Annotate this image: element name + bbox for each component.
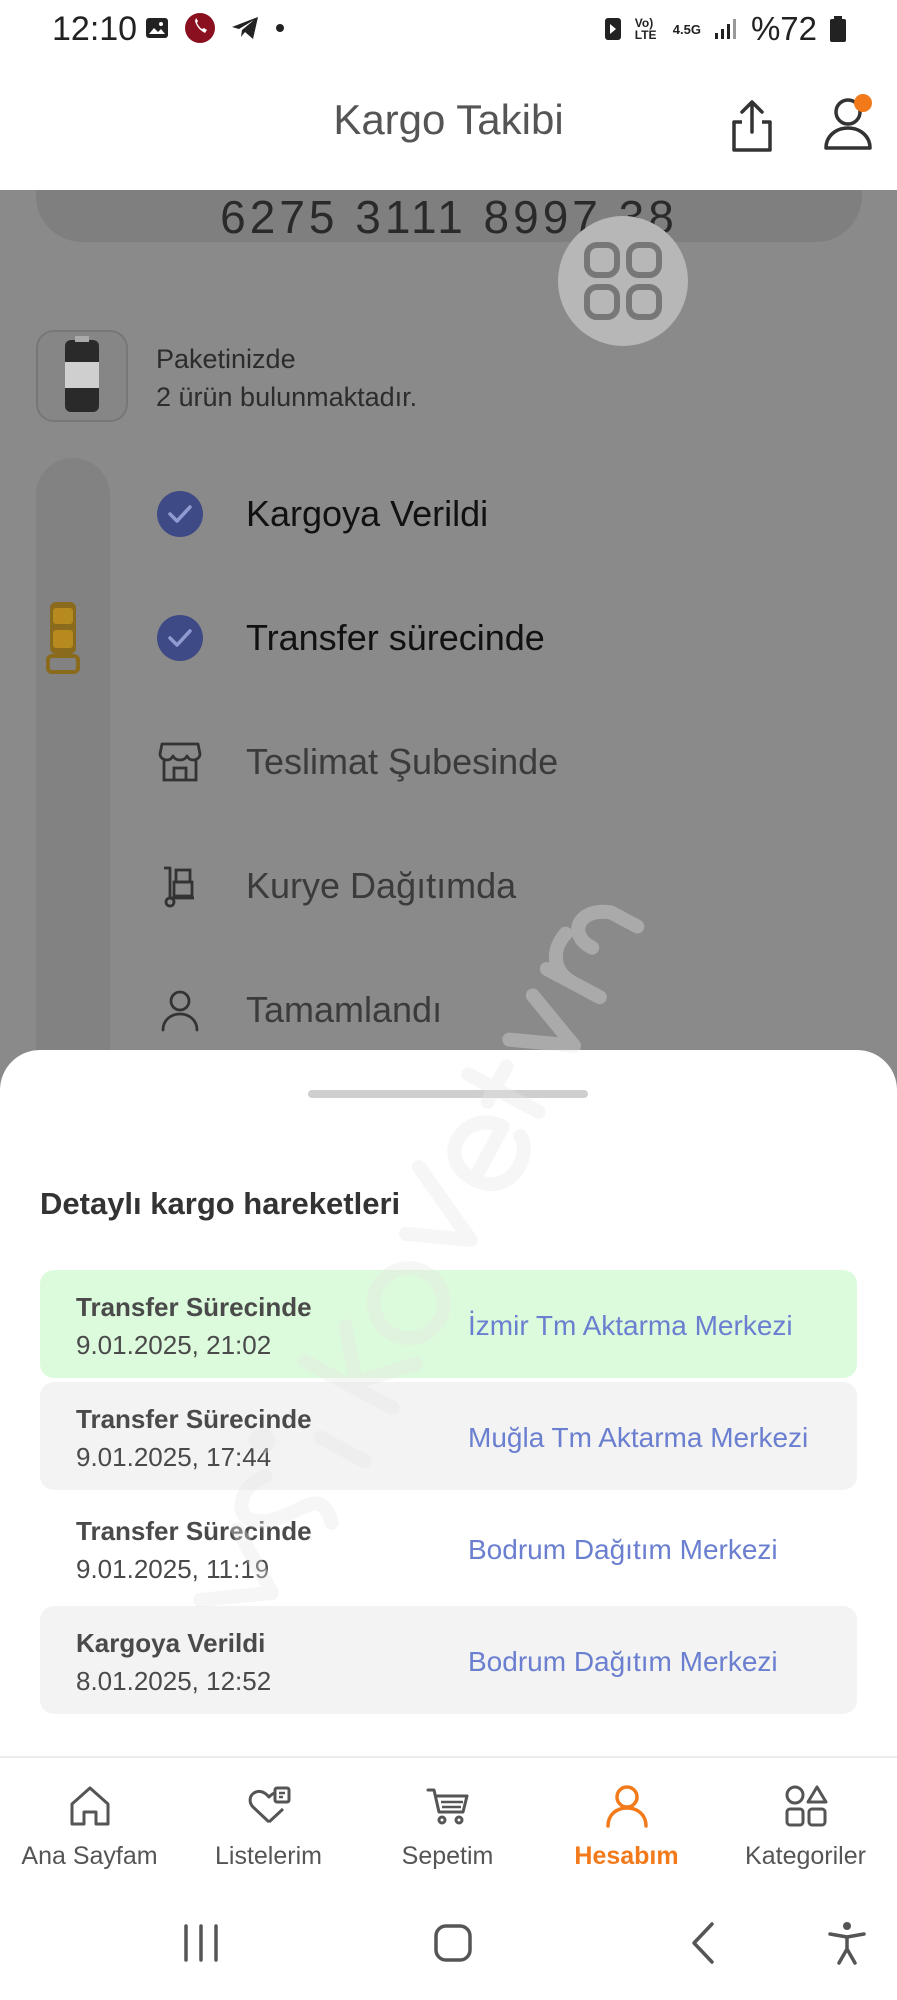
move-location-link[interactable]: Bodrum Dağıtım Merkezi: [468, 1646, 778, 1678]
step-tamamlandi: Tamamlandı: [156, 980, 442, 1040]
account-icon: [605, 1785, 648, 1828]
nav-cart[interactable]: Sepetim: [358, 1758, 537, 1882]
gallery-icon: [146, 18, 168, 38]
step-transfer: Transfer sürecinde: [156, 608, 545, 668]
accessibility-icon[interactable]: [822, 1918, 872, 1968]
cart-icon: [426, 1788, 468, 1825]
telegram-icon: [232, 17, 258, 39]
list-item: Kargoya Verildi 8.01.2025, 12:52 Bodrum …: [40, 1606, 857, 1714]
network-label: 4.5G: [672, 21, 701, 37]
move-location-link[interactable]: Muğla Tm Aktarma Merkezi: [468, 1422, 808, 1454]
profile-button[interactable]: [822, 94, 874, 152]
recent-apps-icon[interactable]: [176, 1918, 226, 1968]
notification-dot: [854, 94, 872, 112]
share-icon: [732, 100, 772, 152]
home-button-icon[interactable]: [428, 1918, 478, 1968]
app-header: Kargo Takibi: [0, 58, 897, 190]
call-icon: [185, 13, 215, 43]
sheet-drag-handle[interactable]: [308, 1090, 588, 1098]
move-date: 9.01.2025, 21:02: [76, 1330, 272, 1360]
heart-list-icon: [248, 1786, 290, 1824]
step-label: Tamamlandı: [246, 989, 443, 1030]
courier-icon: [156, 862, 204, 910]
home-icon: [70, 1786, 109, 1826]
move-date: 9.01.2025, 11:19: [76, 1554, 270, 1584]
step-label: Transfer sürecinde: [246, 617, 545, 658]
move-location-link[interactable]: İzmir Tm Aktarma Merkezi: [468, 1310, 793, 1342]
check-icon: [157, 615, 203, 661]
share-button[interactable]: [728, 98, 776, 154]
move-status: Transfer Sürecinde: [76, 1516, 312, 1546]
grid-menu-button[interactable]: [558, 216, 688, 346]
check-icon: [157, 491, 203, 537]
nav-lists[interactable]: Listelerim: [179, 1758, 358, 1882]
move-date: 9.01.2025, 17:44: [76, 1442, 272, 1472]
nav-label: Hesabım: [574, 1842, 679, 1870]
list-item: Transfer Sürecinde 9.01.2025, 17:44 Muğl…: [40, 1382, 857, 1490]
nfc-icon: [604, 18, 621, 40]
step-label: Kurye Dağıtımda: [246, 865, 517, 906]
nav-label: Listelerim: [215, 1842, 322, 1870]
sheet-title: Detaylı kargo hareketleri: [40, 1186, 401, 1221]
nav-label: Ana Sayfam: [21, 1842, 158, 1870]
battery-product-image: [65, 336, 99, 412]
battery-percent: %72: [750, 10, 817, 47]
step-kargoya-verildi: Kargoya Verildi: [156, 484, 488, 544]
move-status: Kargoya Verildi: [76, 1628, 266, 1658]
grid-icon: [584, 242, 662, 320]
nav-label: Kategoriler: [745, 1842, 866, 1870]
system-nav-bar: [0, 1880, 897, 2000]
person-icon: [156, 986, 204, 1034]
store-icon: [156, 738, 204, 786]
move-location-link[interactable]: Bodrum Dağıtım Merkezi: [468, 1534, 778, 1566]
move-date: 8.01.2025, 12:52: [76, 1666, 272, 1696]
step-teslimat-subesi: Teslimat Şubesinde: [156, 732, 558, 792]
status-bar: 12:10 Vo) LTE 4.5G %72: [0, 0, 897, 58]
move-status: Transfer Sürecinde: [76, 1292, 312, 1322]
dot-icon: [276, 24, 284, 32]
tracking-number-box: 6275 3111 8997 38: [36, 190, 862, 243]
categories-icon: [785, 1785, 827, 1827]
tracking-number: 6275 3111 8997 38: [220, 191, 678, 243]
move-status: Transfer Sürecinde: [76, 1404, 312, 1434]
nav-label: Sepetim: [401, 1842, 494, 1870]
nav-categories[interactable]: Kategoriler: [716, 1758, 895, 1882]
cargo-moves-sheet: Detaylı kargo hareketleri Transfer Sürec…: [0, 1050, 897, 1756]
status-notifications: [144, 12, 286, 44]
package-info-line2: 2 ürün bulunmaktadır.: [156, 382, 418, 412]
back-icon[interactable]: [680, 1918, 730, 1968]
package-info-line1: Paketinizde: [156, 344, 296, 374]
status-system: Vo) LTE 4.5G %72: [603, 10, 847, 48]
bottom-nav: Ana Sayfam Listelerim Sepetim Hesabım Ka…: [0, 1756, 897, 1880]
nav-account[interactable]: Hesabım: [537, 1758, 716, 1882]
truck-marker-icon: [46, 602, 80, 674]
volte-label: Vo) LTE: [634, 16, 657, 42]
signal-icon: [714, 19, 736, 39]
cargo-moves-list: Transfer Sürecinde 9.01.2025, 21:02 İzmi…: [40, 1270, 857, 1718]
battery-icon: [830, 16, 846, 42]
package-thumbnail[interactable]: [36, 330, 128, 422]
package-info: Paketinizde 2 ürün bulunmaktadır.: [156, 340, 417, 416]
step-label: Teslimat Şubesinde: [246, 741, 559, 782]
status-time: 12:10: [52, 10, 138, 48]
list-item: Transfer Sürecinde 9.01.2025, 21:02 İzmi…: [40, 1270, 857, 1378]
nav-home[interactable]: Ana Sayfam: [0, 1758, 179, 1882]
step-label: Kargoya Verildi: [246, 493, 489, 534]
list-item: Transfer Sürecinde 9.01.2025, 11:19 Bodr…: [40, 1494, 857, 1602]
step-kurye-dagitimda: Kurye Dağıtımda: [156, 856, 516, 916]
